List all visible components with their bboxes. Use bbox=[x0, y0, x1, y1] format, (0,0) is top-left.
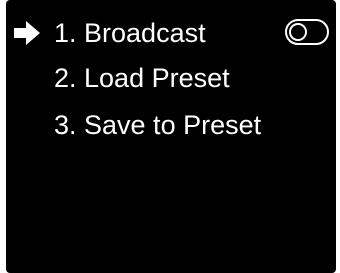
menu-item-load-preset[interactable]: 2. Load Preset bbox=[6, 54, 336, 102]
menu-item-label: 2. Load Preset bbox=[54, 63, 230, 93]
broadcast-toggle[interactable] bbox=[285, 19, 329, 45]
arrow-right-icon bbox=[14, 21, 40, 45]
menu-item-save-to-preset[interactable]: 3. Save to Preset bbox=[6, 101, 336, 149]
toggle-knob bbox=[289, 23, 307, 41]
menu-item-label: 1. Broadcast bbox=[54, 18, 206, 48]
menu-item-broadcast[interactable]: 1. Broadcast bbox=[6, 9, 336, 57]
menu-item-label: 3. Save to Preset bbox=[54, 110, 262, 140]
device-screen: 1. Broadcast 2. Load Preset 3. Save to P… bbox=[6, 0, 336, 273]
